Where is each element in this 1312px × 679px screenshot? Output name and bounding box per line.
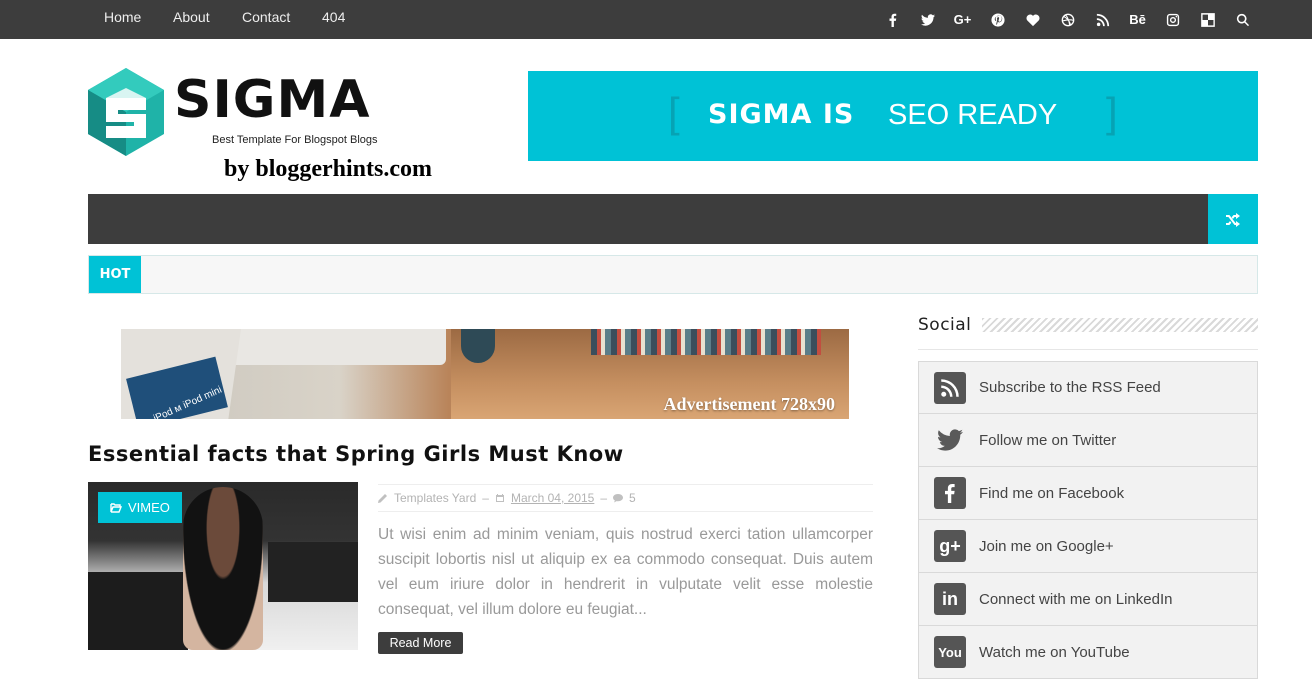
ad-label: Advertisement 728x90 [663,394,835,414]
google-plus-icon: g+ [934,530,966,562]
instagram-icon[interactable] [1155,0,1190,39]
calendar-icon [495,494,504,502]
thumb-person [183,487,263,650]
logo-byline: by bloggerhints.com [224,156,433,182]
linkedin-icon: in [934,583,966,615]
social-item-rss[interactable]: Subscribe to the RSS Feed [918,361,1258,414]
comment-icon [613,494,624,503]
facebook-icon[interactable] [875,0,910,39]
social-item-facebook[interactable]: Find me on Facebook [918,467,1258,520]
pencil-icon [378,494,387,503]
sidebar-social-title: Social [918,315,972,335]
site-logo[interactable]: SIGMA Best Template For Blogspot Blogs b… [88,68,448,188]
logo-title: SIGMA [174,70,371,130]
pinterest-icon[interactable] [980,0,1015,39]
post-comment-count[interactable]: 5 [629,491,636,505]
delicious-icon[interactable] [1190,0,1225,39]
shuffle-icon [1226,213,1240,227]
sidebar-title-stripes [982,318,1258,332]
twitter-icon[interactable] [910,0,945,39]
category-badge[interactable]: VIMEO [98,492,182,523]
hot-label: HOT [89,256,141,293]
logo-tagline: Best Template For Blogspot Blogs [212,134,378,146]
ad-keyboard-image [216,329,446,365]
sidebar-divider [918,349,1258,350]
post-author[interactable]: Templates Yard [394,491,476,505]
main-menu-bar [88,194,1258,244]
thumb-floor-tile [268,542,358,602]
post-date[interactable]: March 04, 2015 [511,491,594,505]
social-list: Subscribe to the RSS Feed Follow me on T… [918,361,1258,679]
social-item-label: Connect with me on LinkedIn [979,590,1173,608]
youtube-icon: You [934,636,966,668]
banner-bracket-right: ] [1106,89,1118,136]
social-item-google-plus[interactable]: g+ Join me on Google+ [918,520,1258,573]
folder-open-icon [110,503,122,513]
post-title[interactable]: Essential facts that Spring Girls Must K… [88,442,624,466]
facebook-icon [934,477,966,509]
top-navbar: Home About Contact 404 G+ Bē [0,0,1312,39]
nav-404-link[interactable]: 404 [322,9,345,25]
ad-books-image [591,329,821,355]
logo-emblem-icon [88,68,164,156]
google-plus-icon[interactable]: G+ [945,0,980,39]
meta-separator: – [600,491,608,505]
twitter-icon [934,424,966,456]
social-item-label: Find me on Facebook [979,484,1125,502]
social-item-youtube[interactable]: You Watch me on YouTube [918,626,1258,679]
banner-bracket-left: [ [668,89,680,136]
search-icon[interactable] [1225,0,1260,39]
advertisement-banner[interactable]: iPod ᴍ iPod mini Advertisement 728x90 [121,329,849,419]
nav-home-link[interactable]: Home [104,9,141,25]
top-social-icons: G+ Bē [875,0,1260,39]
read-more-button[interactable]: Read More [378,632,463,654]
social-item-label: Watch me on YouTube [979,643,1130,661]
header-banner-ad[interactable]: [ SIGMA IS SEO READY ] [528,71,1258,161]
post-excerpt: Ut wisi enim ad minim veniam, quis nostr… [378,526,873,618]
category-label: VIMEO [128,500,170,515]
nav-about-link[interactable]: About [173,9,210,25]
banner-text-light: SEO READY [888,99,1058,131]
heart-icon[interactable] [1015,0,1050,39]
social-item-linkedin[interactable]: in Connect with me on LinkedIn [918,573,1258,626]
banner-text-bold: SIGMA IS [708,99,855,130]
social-item-label: Subscribe to the RSS Feed [979,379,1161,396]
social-item-label: Follow me on Twitter [979,431,1117,449]
hot-news-ticker: HOT [88,255,1258,294]
post-meta: Templates Yard – March 04, 2015 – 5 [378,484,873,512]
rss-icon[interactable] [1085,0,1120,39]
nav-contact-link[interactable]: Contact [242,9,290,25]
dribbble-icon[interactable] [1050,0,1085,39]
ad-mug-image [461,329,495,363]
random-post-button[interactable] [1208,194,1258,244]
social-item-label: Join me on Google+ [979,537,1114,555]
thumb-floor-tile [88,572,188,650]
meta-separator: – [482,491,489,505]
behance-icon[interactable]: Bē [1120,0,1155,39]
rss-icon [934,371,966,404]
social-item-twitter[interactable]: Follow me on Twitter [918,414,1258,467]
